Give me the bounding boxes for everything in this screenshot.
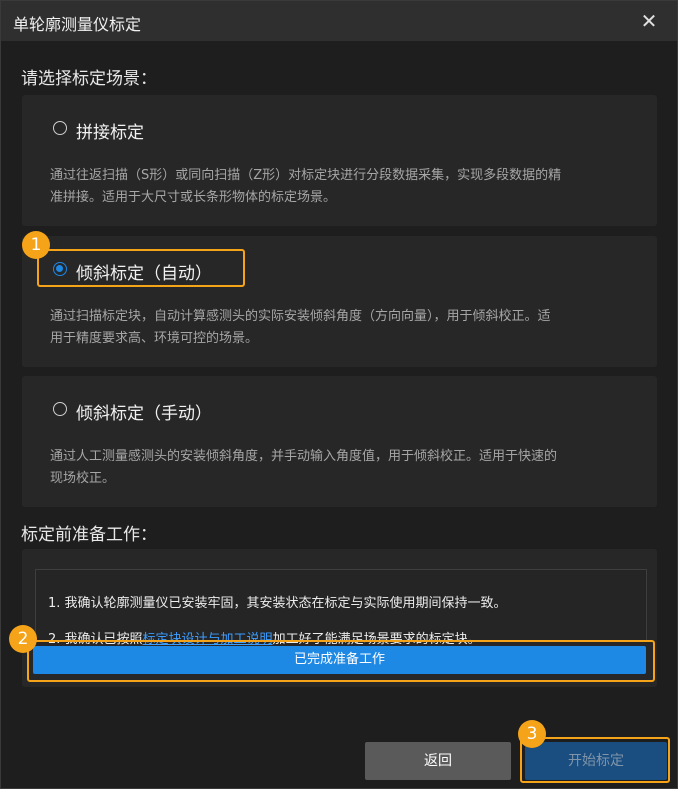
callout-badge-3: 3 <box>518 720 546 748</box>
option-desc-tilt-auto: 通过扫描标定块，自动计算感测头的实际安装倾斜角度（方向向量），用于倾斜校正。适 … <box>50 306 635 350</box>
option-desc-stitching: 通过往返扫描（S形）或同向扫描（Z形）对标定块进行分段数据采集，实现多段数据的精… <box>50 165 635 209</box>
callout-highlight-1 <box>37 249 245 287</box>
back-button[interactable]: 返回 <box>365 742 511 780</box>
callout-badge-1: 1 <box>22 231 50 259</box>
callout-highlight-3 <box>520 737 670 783</box>
option-desc-tilt-manual: 通过人工测量感测头的安装倾斜角度，并手动输入角度值，用于倾斜校正。适用于快速的 … <box>50 446 635 490</box>
close-icon[interactable]: ✕ <box>633 5 665 37</box>
scene-heading: 请选择标定场景： <box>21 69 157 89</box>
option-desc-line: 通过扫描标定块，自动计算感测头的实际安装倾斜角度（方向向量），用于倾斜校正。适 <box>50 309 551 324</box>
title-bar: 单轮廓测量仪标定 ✕ <box>1 1 677 41</box>
option-label-tilt-manual[interactable]: 倾斜标定（手动） <box>76 399 212 424</box>
option-label-stitching[interactable]: 拼接标定 <box>76 118 144 143</box>
dialog-title: 单轮廓测量仪标定 <box>13 15 142 34</box>
prep-heading: 标定前准备工作： <box>21 525 157 545</box>
option-desc-line: 准拼接。适用于大尺寸或长条形物体的标定场景。 <box>50 190 337 205</box>
option-card-stitching[interactable]: 拼接标定 通过往返扫描（S形）或同向扫描（Z形）对标定块进行分段数据采集，实现多… <box>22 95 657 226</box>
prep-text-area: 1. 我确认轮廓测量仪已安装牢固，其安装状态在标定与实际使用期间保持一致。 2.… <box>35 569 647 647</box>
radio-tilt-manual[interactable] <box>53 402 67 416</box>
prep-item-1: 1. 我确认轮廓测量仪已安装牢固，其安装状态在标定与实际使用期间保持一致。 <box>48 596 507 611</box>
option-desc-line: 通过往返扫描（S形）或同向扫描（Z形）对标定块进行分段数据采集，实现多段数据的精 <box>50 168 562 183</box>
callout-highlight-2 <box>27 640 655 682</box>
option-desc-line: 现场校正。 <box>50 471 116 486</box>
radio-stitching[interactable] <box>53 121 67 135</box>
option-desc-line: 通过人工测量感测头的安装倾斜角度，并手动输入角度值，用于倾斜校正。适用于快速的 <box>50 449 558 464</box>
option-desc-line: 用于精度要求高、环境可控的场景。 <box>50 331 259 346</box>
option-card-tilt-manual[interactable]: 倾斜标定（手动） 通过人工测量感测头的安装倾斜角度，并手动输入角度值，用于倾斜校… <box>22 376 657 507</box>
callout-badge-2: 2 <box>9 625 37 653</box>
